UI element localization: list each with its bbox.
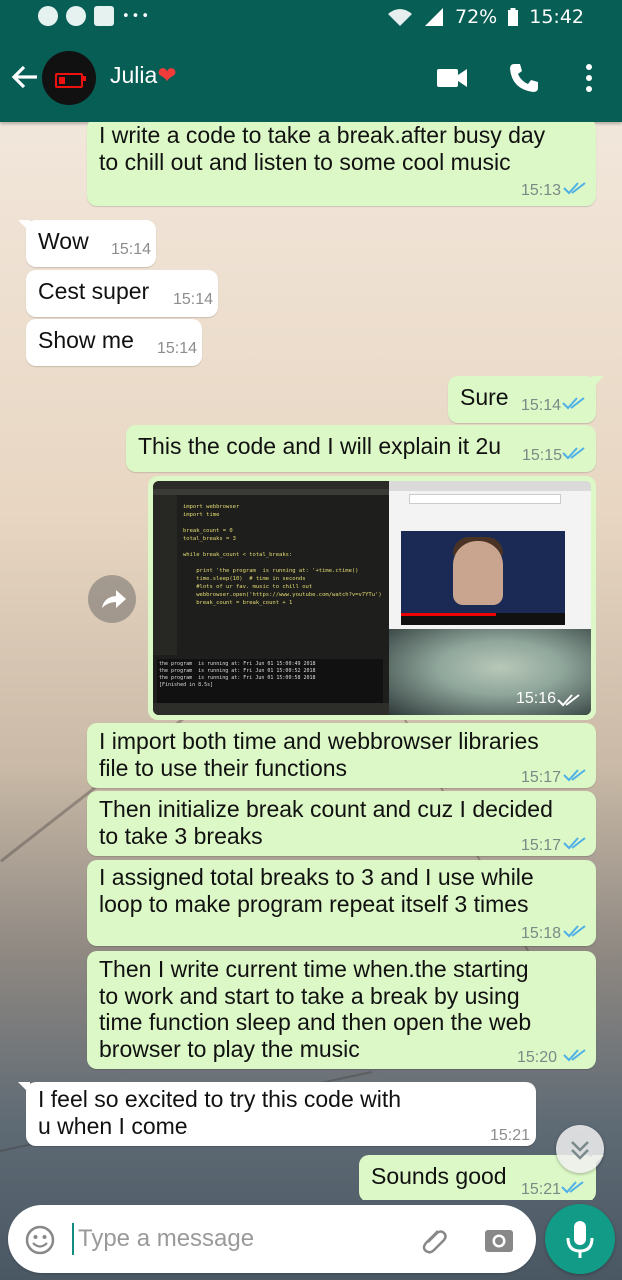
message-time: 15:14: [111, 241, 152, 258]
read-ticks-icon: [557, 694, 580, 707]
code-text: import webbrowser import time break_coun…: [183, 504, 382, 606]
message-outgoing[interactable]: I assigned total breaks to 3 and I use w…: [87, 860, 596, 946]
share-forward-button[interactable]: [88, 575, 136, 623]
telegram-icon: [38, 6, 58, 26]
message-text: Then I write current time when.the start…: [99, 956, 532, 1062]
read-ticks-icon: [563, 1049, 586, 1062]
message-text: This the code and I will explain it 2u: [138, 433, 502, 459]
message-incoming[interactable]: Cest super 15:14: [26, 270, 218, 317]
message-time: 15:16: [516, 690, 557, 707]
read-ticks-icon: [562, 447, 585, 460]
image-message[interactable]: import webbrowser import time break_coun…: [148, 476, 596, 720]
message-time: 15:20: [517, 1049, 558, 1066]
attach-icon[interactable]: [416, 1223, 450, 1257]
contact-name[interactable]: Julia❤: [110, 62, 177, 89]
read-ticks-icon: [562, 397, 585, 410]
message-time: 15:15: [522, 447, 563, 464]
heart-icon: ❤: [157, 62, 177, 88]
browser-window: [389, 481, 591, 629]
message-text: I assigned total breaks to 3 and I use w…: [99, 864, 534, 917]
message-text: Wow: [38, 228, 89, 254]
camera-icon[interactable]: [482, 1223, 516, 1257]
console-output: the program is running at: Fri Jun 01 15…: [157, 659, 383, 703]
message-outgoing[interactable]: This the code and I will explain it 2u 1…: [126, 425, 596, 472]
message-text: Then initialize break count and cuz I de…: [99, 796, 553, 849]
message-text: Cest super: [38, 278, 150, 304]
more-options-icon[interactable]: [571, 60, 607, 96]
message-outgoing[interactable]: Then I write current time when.the start…: [87, 951, 596, 1069]
gmail-icon: [94, 6, 114, 26]
battery-icon: [508, 8, 519, 26]
message-time: 15:13: [521, 182, 562, 199]
message-text: Sounds good: [371, 1163, 507, 1189]
message-text: I feel so excited to try this code with …: [38, 1086, 402, 1139]
forward-arrow-icon: [102, 590, 126, 608]
message-compose-bar: [8, 1205, 536, 1273]
emoji-icon[interactable]: [24, 1224, 56, 1256]
message-time: 15:17: [521, 837, 562, 854]
message-outgoing[interactable]: I import both time and webbrowser librar…: [87, 723, 596, 788]
code-screenshot-image[interactable]: import webbrowser import time break_coun…: [153, 481, 591, 715]
voice-call-icon[interactable]: [506, 60, 542, 96]
message-text: I write a code to take a break.after bus…: [99, 122, 546, 175]
read-ticks-icon: [563, 925, 586, 938]
voice-message-button[interactable]: [545, 1204, 615, 1274]
message-incoming[interactable]: I feel so excited to try this code with …: [18, 1082, 536, 1146]
message-time: 15:17: [521, 769, 562, 786]
message-outgoing[interactable]: I write a code to take a break.after bus…: [87, 122, 596, 206]
message-text: I import both time and webbrowser librar…: [99, 728, 539, 781]
message-outgoing[interactable]: Sure 15:14: [448, 376, 604, 423]
more-notifications-icon: •••: [122, 8, 152, 24]
scroll-to-bottom-button[interactable]: [556, 1125, 604, 1173]
double-chevron-down-icon: [571, 1141, 589, 1160]
message-time: 15:14: [521, 397, 562, 414]
message-incoming[interactable]: Wow 15:14: [18, 220, 156, 267]
avatar[interactable]: [42, 51, 96, 105]
wifi-icon: [388, 9, 412, 26]
message-time: 15:18: [521, 925, 562, 942]
read-ticks-icon: [563, 837, 586, 850]
read-ticks-icon: [563, 182, 586, 195]
back-arrow-icon[interactable]: [10, 62, 40, 92]
whatsapp-icon: [66, 6, 86, 26]
battery-percent: 72%: [455, 6, 498, 28]
read-ticks-icon: [561, 1181, 584, 1194]
microphone-icon: [566, 1221, 594, 1258]
chat-area[interactable]: I write a code to take a break.after bus…: [0, 122, 622, 1200]
message-outgoing[interactable]: Then initialize break count and cuz I de…: [87, 791, 596, 856]
message-text: Sure: [460, 384, 509, 410]
read-ticks-icon: [563, 769, 586, 782]
message-input[interactable]: [72, 1223, 378, 1255]
status-bar: ••• 72% 15:42: [0, 0, 622, 36]
message-time: 15:21: [490, 1127, 531, 1144]
message-time: 15:21: [521, 1181, 562, 1198]
message-incoming[interactable]: Show me 15:14: [26, 319, 202, 366]
chat-header: Julia❤: [0, 36, 622, 122]
clock: 15:42: [529, 6, 584, 28]
message-time: 15:14: [173, 291, 214, 308]
video-player: [401, 531, 565, 625]
message-text: Show me: [38, 327, 134, 353]
signal-icon: [425, 8, 443, 26]
message-time: 15:14: [157, 340, 198, 357]
video-call-icon[interactable]: [434, 60, 470, 96]
